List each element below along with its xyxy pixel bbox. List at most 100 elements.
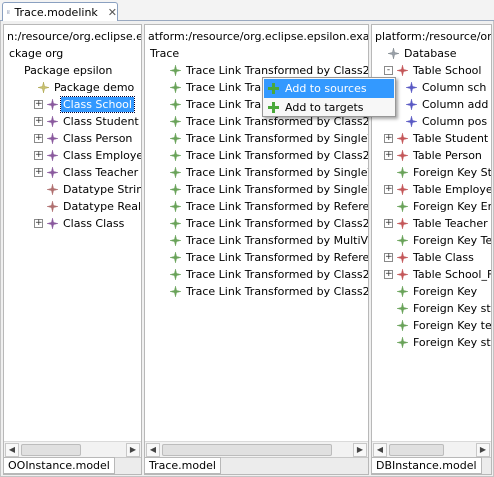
expand-icon[interactable]: + [384, 253, 393, 262]
class-icon [46, 149, 59, 162]
tree-item[interactable]: Datatype String [4, 181, 141, 198]
tree-item[interactable]: Trace Link Transformed by SingleValued [145, 181, 368, 198]
tree-item[interactable]: Foreign Key stu [372, 334, 491, 351]
tree-item[interactable]: ckage org [4, 45, 141, 62]
tree-item[interactable]: Datatype Real [4, 198, 141, 215]
class-icon [46, 217, 59, 230]
expand-icon[interactable]: + [384, 270, 393, 279]
collapse-icon[interactable]: - [384, 66, 393, 75]
tree-item[interactable]: Trace Link Transformed by Class2Table [145, 266, 368, 283]
tree-item[interactable]: Trace Link Transformed by MultiValuedA [145, 232, 368, 249]
expand-icon[interactable]: + [34, 134, 43, 143]
tree-item[interactable]: Trace Link Transformed by Class2Table [145, 283, 368, 300]
expand-icon[interactable]: + [384, 134, 393, 143]
tree-item[interactable]: Foreign Key Stu [372, 164, 491, 181]
menu-item-add-to-targets[interactable]: Add to targets [264, 98, 394, 117]
pane-tab-trace[interactable]: Trace.model [145, 457, 221, 474]
tree-item-label: Table School [413, 64, 482, 77]
expand-icon[interactable]: + [34, 219, 43, 228]
fk-icon [396, 319, 409, 332]
link-icon [169, 64, 182, 77]
tree-item[interactable]: Database [372, 45, 491, 62]
tree-item[interactable]: Trace Link Transformed by Class2Table [145, 215, 368, 232]
tree-item[interactable]: Package epsilon [4, 62, 141, 79]
menu-item-add-to-sources[interactable]: Add to sources [264, 79, 394, 98]
tree-item[interactable]: Trace Link Transformed by Reference2F [145, 249, 368, 266]
horizontal-scrollbar[interactable]: ◀ ▶ [145, 441, 368, 457]
tree-item[interactable]: + Class Person [4, 130, 141, 147]
scroll-left-icon[interactable]: ◀ [373, 443, 387, 457]
expand-icon[interactable]: + [384, 185, 393, 194]
expand-icon[interactable]: + [34, 117, 43, 126]
menu-item-label: Add to sources [285, 82, 367, 95]
tree-item[interactable]: + Class Student [4, 113, 141, 130]
scroll-right-icon[interactable]: ▶ [476, 443, 490, 457]
scroll-thumb[interactable] [389, 444, 444, 456]
link-icon [169, 132, 182, 145]
scroll-thumb[interactable] [21, 444, 81, 456]
tree-item-label: Class Employee [63, 149, 141, 162]
horizontal-scrollbar[interactable]: ◀ ▶ [372, 441, 491, 457]
tree-item[interactable]: + Table Employee [372, 181, 491, 198]
class-icon [46, 166, 59, 179]
expand-icon[interactable]: + [384, 151, 393, 160]
scroll-right-icon[interactable]: ▶ [126, 443, 140, 457]
tree-item-label: Foreign Key stu [413, 302, 491, 315]
tree-item[interactable]: + Table Student [372, 130, 491, 147]
tree-item[interactable]: Foreign Key stu [372, 300, 491, 317]
tree-item[interactable]: Foreign Key tea [372, 317, 491, 334]
horizontal-scrollbar[interactable]: ◀ ▶ [4, 441, 141, 457]
tree-item[interactable]: + Table Person [372, 147, 491, 164]
tree-item-label: Table Class [413, 251, 474, 264]
tree-item[interactable]: + Table Class [372, 249, 491, 266]
tree-item[interactable]: Trace Link Transformed by Reference2F [145, 198, 368, 215]
editor-tab[interactable]: Trace.modelink ✕ [2, 2, 118, 21]
scroll-left-icon[interactable]: ◀ [146, 443, 160, 457]
tree-item-label: Trace Link Transformed by SingleValued [186, 166, 368, 179]
expand-icon[interactable]: + [34, 100, 43, 109]
pane-header-uri: n:/resource/org.eclipse.epsil [7, 30, 141, 43]
tree-item[interactable]: Trace Link Transformed by Class2Table [145, 147, 368, 164]
tree-item[interactable]: + Class Class [4, 215, 141, 232]
tree-item[interactable]: + Table School_F [372, 266, 491, 283]
tree-item[interactable]: Trace Link Transformed by SingleValued [145, 130, 368, 147]
column-icon [405, 115, 418, 128]
tree-item-label: Trace Link Transformed by Class2Table [186, 285, 368, 298]
tree-item[interactable]: Trace Link Transformed by SingleValued [145, 164, 368, 181]
link-icon [169, 81, 182, 94]
package-icon [37, 81, 50, 94]
tree-item-label: Table Employee [413, 183, 491, 196]
tree-item[interactable]: Foreign Key Em [372, 198, 491, 215]
scroll-right-icon[interactable]: ▶ [353, 443, 367, 457]
scroll-thumb[interactable] [162, 444, 332, 456]
expand-icon[interactable]: + [34, 168, 43, 177]
datatype-icon [46, 200, 59, 213]
tree-item[interactable]: + Table Teacher [372, 215, 491, 232]
tree-item[interactable]: + Class Employee [4, 147, 141, 164]
database-icon [387, 47, 400, 60]
pane-tab-source[interactable]: OOInstance.model [4, 457, 115, 474]
close-icon[interactable]: ✕ [108, 7, 117, 18]
context-menu: Add to sources Add to targets [262, 77, 396, 117]
tree-item-label: Table Student [413, 132, 489, 145]
add-icon [268, 83, 279, 94]
tree-item[interactable]: + Class School [4, 96, 141, 113]
link-icon [169, 268, 182, 281]
tree-item-label: Column sch [422, 81, 487, 94]
menu-item-label: Add to targets [285, 101, 364, 114]
table-icon [396, 149, 409, 162]
modelink-file-icon [7, 10, 11, 14]
scroll-left-icon[interactable]: ◀ [5, 443, 19, 457]
source-model-pane: n:/resource/org.eclipse.epsil ckage org P… [3, 24, 142, 475]
editor-tab-title: Trace.modelink [14, 5, 98, 19]
tree-item[interactable]: Foreign Key [372, 283, 491, 300]
expand-icon[interactable]: + [34, 151, 43, 160]
pane-tab-target[interactable]: DBInstance.model [372, 457, 482, 474]
expand-icon[interactable]: + [384, 219, 393, 228]
tree-item-label: Trace Link Transformed by MultiValuedA [186, 234, 368, 247]
tree-item[interactable]: Foreign Key Te [372, 232, 491, 249]
tree-item[interactable]: Package demo [4, 79, 141, 96]
tree-item[interactable]: Trace [145, 45, 368, 62]
table-icon [396, 217, 409, 230]
tree-item[interactable]: + Class Teacher [4, 164, 141, 181]
